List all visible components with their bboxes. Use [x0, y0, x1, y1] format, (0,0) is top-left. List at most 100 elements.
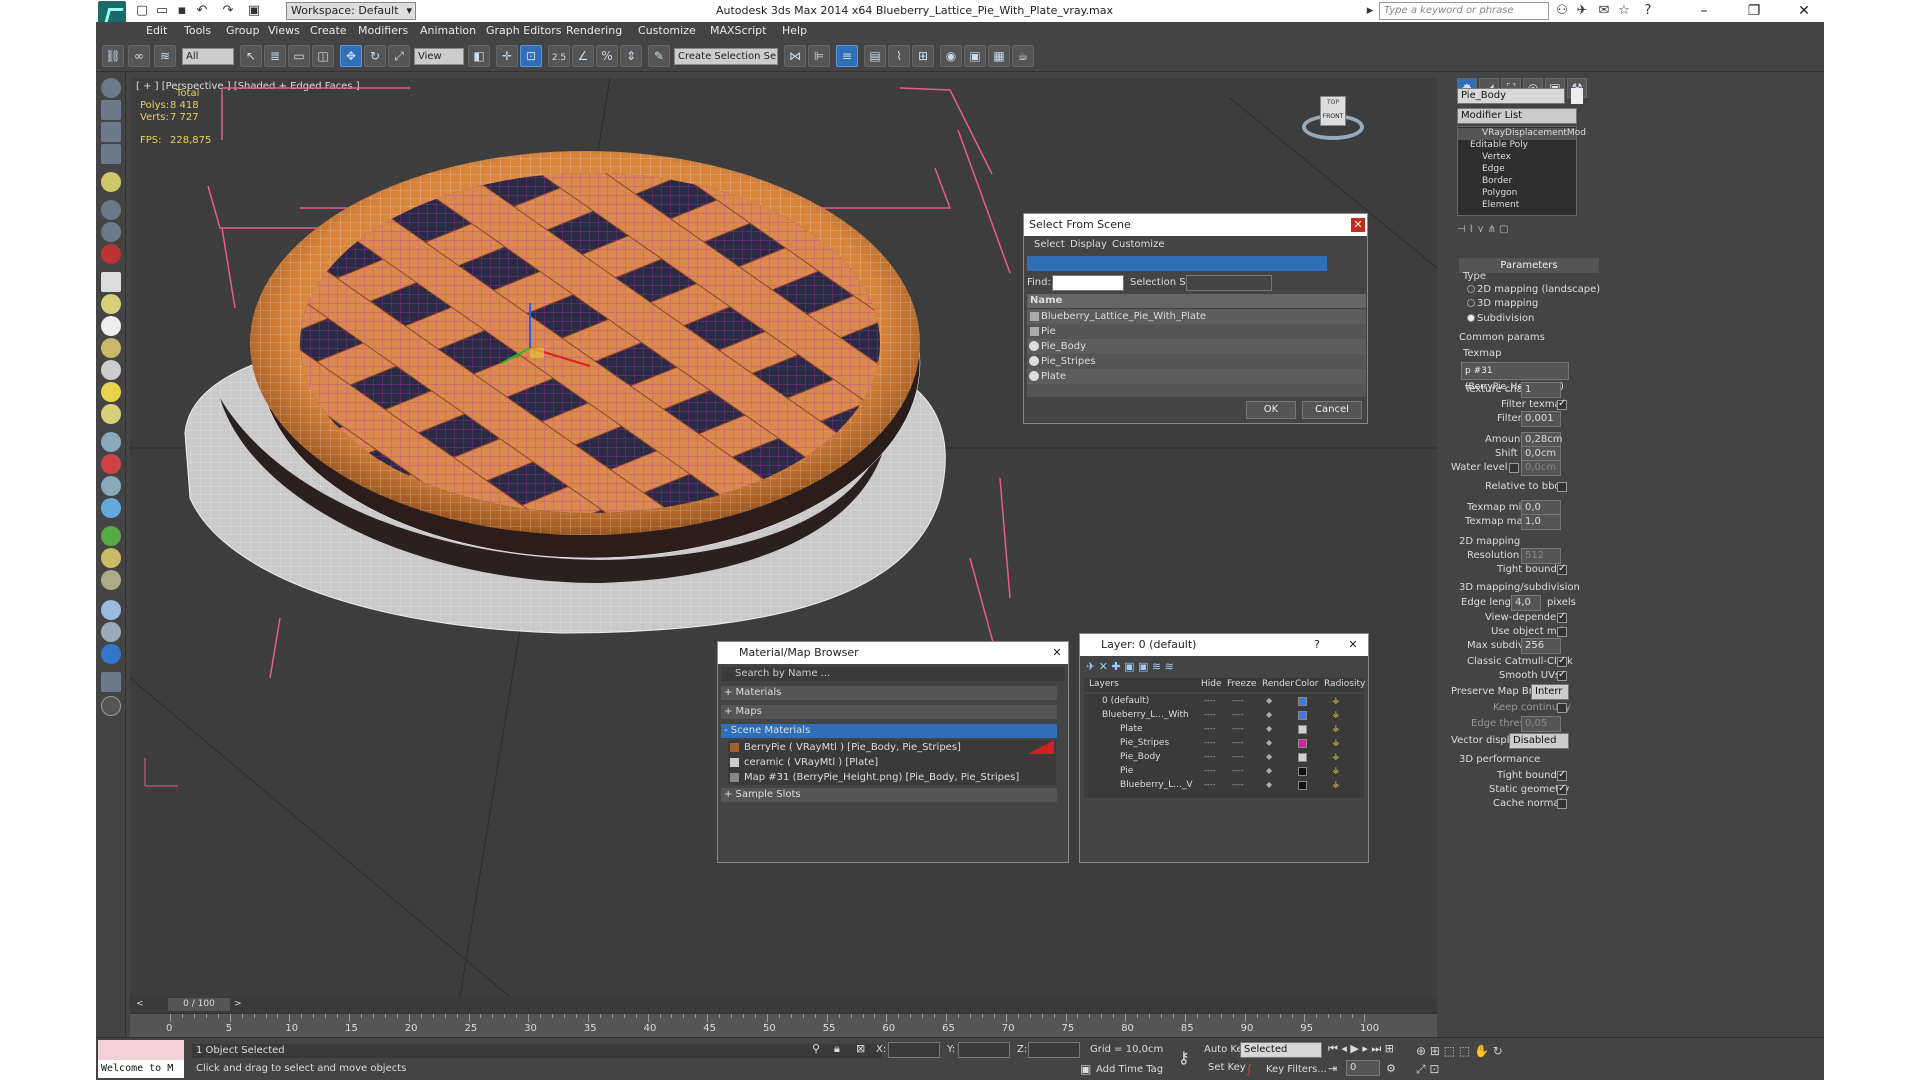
object-color-swatch[interactable]: [1571, 88, 1583, 104]
layer-row[interactable]: 0 (default) ---- ---- ◆ ⚶: [1084, 694, 1364, 708]
key-set-dropdown[interactable]: Selected: [1240, 1042, 1322, 1058]
manipulate-icon[interactable]: ✛: [496, 45, 518, 67]
list-item[interactable]: Blueberry_Lattice_Pie_With_Plate: [1027, 309, 1366, 324]
tool-icon-6[interactable]: [101, 200, 121, 220]
tool-icon-24[interactable]: [101, 622, 121, 642]
tool-icon-2[interactable]: [101, 100, 121, 120]
object-name-field[interactable]: Pie_Body: [1457, 88, 1565, 104]
frame-indicator[interactable]: 0 / 100: [168, 998, 230, 1011]
layer-color-swatch[interactable]: [1298, 753, 1307, 762]
next-frame-icon[interactable]: >: [234, 999, 242, 1009]
bind-spacewarp-icon[interactable]: ≋: [154, 45, 176, 67]
view-dependent-checkbox[interactable]: [1557, 611, 1567, 623]
box-icon[interactable]: [101, 272, 121, 292]
cancel-button[interactable]: Cancel: [1302, 401, 1362, 419]
viewcube[interactable]: TOP FRONT: [1302, 90, 1368, 150]
binoculars-icon[interactable]: ⚇: [1554, 3, 1570, 19]
texture-chan-field[interactable]: 1: [1521, 382, 1561, 398]
hide-toggle[interactable]: ----: [1204, 736, 1216, 750]
rendered-frame-icon[interactable]: ▦: [988, 45, 1010, 67]
undo-icon[interactable]: ↶: [194, 3, 210, 19]
keyword-search-input[interactable]: Type a keyword or phrase: [1379, 2, 1549, 20]
stack-item-vertex[interactable]: Vertex: [1482, 152, 1511, 162]
x-coord-field[interactable]: [888, 1042, 940, 1058]
stack-item-edge[interactable]: Edge: [1482, 164, 1505, 174]
align-icon[interactable]: ⊫: [808, 45, 830, 67]
ok-button[interactable]: OK: [1246, 401, 1296, 419]
select-dialog-menu-customize[interactable]: Customize: [1112, 239, 1165, 250]
link-icon[interactable]: ⛓: [102, 45, 124, 67]
radio-2d-mapping[interactable]: 2D mapping (landscape): [1477, 284, 1600, 295]
close-icon[interactable]: ✕: [1784, 0, 1824, 22]
find-input[interactable]: [1052, 275, 1124, 291]
pivot-center-icon[interactable]: ◧: [468, 45, 490, 67]
perspective-viewport[interactable]: [ + ] [Perspective ] [Shaded + Edged Fac…: [130, 78, 1437, 997]
radio-3d-mapping[interactable]: 3D mapping: [1477, 298, 1538, 309]
material-browser-close-icon[interactable]: ✕: [1050, 646, 1064, 660]
material-row[interactable]: BerryPie ( VRayMtl ) [Pie_Body, Pie_Stri…: [728, 740, 1056, 755]
spinner-snap-icon[interactable]: ⇕: [620, 45, 642, 67]
layer-row[interactable]: Blueberry_L..._With ---- ---- ◆ ⚶: [1084, 708, 1364, 722]
layer-manager-icon[interactable]: ≡: [836, 45, 858, 67]
preserve-map-dropdown[interactable]: Interr: [1531, 684, 1569, 700]
layer-toolbar[interactable]: ✈ ✕ ✚ ▣ ▣ ≋ ≋: [1086, 660, 1236, 676]
hide-toggle[interactable]: ----: [1204, 722, 1216, 736]
window-crossing-icon[interactable]: ◫: [312, 45, 334, 67]
col-freeze[interactable]: Freeze: [1227, 679, 1256, 689]
angle-snap-icon[interactable]: ∠: [572, 45, 594, 67]
hold-icon[interactable]: ▣: [246, 3, 262, 19]
water-level-field[interactable]: 0,0cm: [1521, 460, 1561, 476]
radiosity-icon[interactable]: ⚶: [1332, 778, 1340, 792]
col-hide[interactable]: Hide: [1201, 679, 1222, 689]
smooth-uvs-checkbox[interactable]: [1557, 669, 1567, 681]
select-dialog-menu-display[interactable]: Display: [1070, 239, 1107, 250]
section-materials[interactable]: + Materials: [721, 686, 1057, 700]
menu-edit[interactable]: Edit: [146, 24, 167, 37]
foliage-icon[interactable]: [101, 526, 121, 546]
key-icon[interactable]: ⚷: [1178, 1048, 1190, 1067]
pin-icon[interactable]: ⚲: [812, 1042, 820, 1055]
edge-length-field[interactable]: 4,0: [1511, 595, 1541, 611]
search-arrow-icon[interactable]: ▸: [1362, 3, 1378, 19]
classic-catmull-checkbox[interactable]: [1557, 655, 1567, 667]
tool-icon-17[interactable]: [101, 454, 121, 474]
key-mode-icon[interactable]: ∫: [1246, 1062, 1252, 1076]
menu-views[interactable]: Views: [268, 24, 300, 37]
layer-row[interactable]: Plate ---- ---- ◆ ⚶: [1084, 722, 1364, 736]
viewcube-top[interactable]: TOP: [1321, 99, 1345, 106]
list-item[interactable]: Pie: [1027, 324, 1366, 339]
tight-bounds2-checkbox[interactable]: [1557, 769, 1567, 781]
layer-dialog-help-icon[interactable]: ?: [1310, 638, 1324, 652]
material-row[interactable]: ceramic ( VRayMtl ) [Plate]: [728, 755, 1056, 770]
tool-icon-3[interactable]: [101, 122, 121, 142]
hide-toggle[interactable]: ----: [1204, 764, 1216, 778]
menu-animation[interactable]: Animation: [420, 24, 476, 37]
tool-icon-18[interactable]: [101, 476, 121, 496]
render-toggle[interactable]: ◆: [1266, 722, 1272, 736]
render-toggle[interactable]: ◆: [1266, 694, 1272, 708]
menu-group[interactable]: Group: [226, 24, 260, 37]
static-geometry-checkbox[interactable]: [1557, 783, 1567, 795]
use-object-mtl-checkbox[interactable]: [1557, 627, 1567, 637]
particles-icon[interactable]: [101, 432, 121, 452]
current-frame-field[interactable]: 0: [1346, 1060, 1380, 1076]
layer-color-swatch[interactable]: [1298, 767, 1307, 776]
select-move-icon[interactable]: ✥: [340, 45, 362, 67]
layer-dialog-close-icon[interactable]: ✕: [1346, 638, 1360, 652]
resolution-field[interactable]: 512: [1521, 548, 1561, 564]
key-filters-button[interactable]: Key Filters...: [1266, 1064, 1327, 1075]
material-editor-icon[interactable]: ◉: [940, 45, 962, 67]
stack-item-editable-poly[interactable]: Editable Poly: [1470, 140, 1528, 150]
set-key-button[interactable]: Set Key: [1208, 1062, 1246, 1073]
track-bar[interactable]: 0 5 10 15 20 25 30 35 40 45 50 55 60 65 70 75 80 85 90 95 10…: [130, 1013, 1437, 1037]
menu-create[interactable]: Create: [310, 24, 347, 37]
hemisphere-icon[interactable]: [101, 294, 121, 314]
material-search-input[interactable]: Search by Name ...: [721, 667, 1065, 681]
radio-subdivision-icon[interactable]: [1467, 314, 1475, 322]
list-item[interactable]: Plate: [1027, 369, 1366, 384]
radio-subdivision[interactable]: Subdivision: [1477, 313, 1534, 324]
layer-color-swatch[interactable]: [1298, 781, 1307, 790]
schematic-view-icon[interactable]: ⊞: [912, 45, 934, 67]
freeze-toggle[interactable]: ----: [1232, 750, 1244, 764]
communication-icon[interactable]: ✉: [1596, 3, 1612, 19]
